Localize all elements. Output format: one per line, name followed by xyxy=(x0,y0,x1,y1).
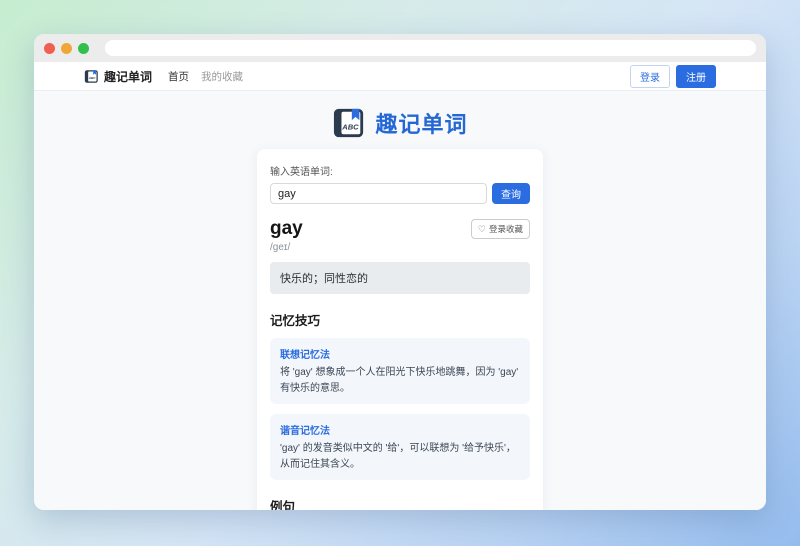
nav-link-favorites[interactable]: 我的收藏 xyxy=(201,69,243,84)
tip-card-association: 联想记忆法 将 'gay' 想象成一个人在阳光下快乐地跳舞，因为 'gay' 有… xyxy=(270,338,530,404)
close-window-button[interactable] xyxy=(44,42,55,54)
browser-chrome xyxy=(34,34,766,62)
search-label: 输入英语单词: xyxy=(270,167,333,178)
tip-card-homophone: 谐音记忆法 'gay' 的发音类似中文的 '给'，可以联想为 '给予快乐'，从而… xyxy=(270,414,530,480)
word-pronunciation: /geɪ/ xyxy=(270,242,291,253)
hero-header: ABC 趣记单词 xyxy=(34,91,766,141)
nav-link-home[interactable]: 首页 xyxy=(168,69,189,84)
page-content: ABC 趣记单词 输入英语单词: 查询 gay ♡ 登录收藏 /geɪ/ 快乐的… xyxy=(34,91,766,510)
navbar-brand[interactable]: ABC 趣记单词 xyxy=(84,68,152,85)
word-text: gay xyxy=(270,218,303,239)
tip-method-label: 联想记忆法 xyxy=(280,350,330,361)
favorite-button[interactable]: ♡ 登录收藏 xyxy=(470,219,530,239)
favorite-button-label: 登录收藏 xyxy=(488,224,523,234)
tip-method-label: 谐音记忆法 xyxy=(280,426,330,437)
tip-content: 将 'gay' 想象成一个人在阳光下快乐地跳舞，因为 'gay' 有快乐的意思。 xyxy=(280,367,519,394)
word-definition: 快乐的；同性恋的 xyxy=(270,262,530,294)
traffic-lights xyxy=(44,42,89,54)
heart-icon: ♡ xyxy=(477,223,486,234)
tip-content: 'gay' 的发音类似中文的 '给'，可以联想为 '给予快乐'，从而记住其含义。 xyxy=(280,443,516,470)
svg-text:ABC: ABC xyxy=(342,122,360,131)
minimize-window-button[interactable] xyxy=(61,42,72,54)
search-row: 查询 xyxy=(270,183,530,204)
search-button[interactable]: 查询 xyxy=(492,183,530,204)
url-bar[interactable] xyxy=(105,40,756,56)
svg-text:ABC: ABC xyxy=(88,76,96,80)
examples-section-title: 例句 xyxy=(270,500,296,510)
book-logo-icon: ABC xyxy=(334,108,364,137)
word-header: gay ♡ 登录收藏 xyxy=(270,219,530,239)
navbar: ABC 趣记单词 首页 我的收藏 登录 注册 xyxy=(34,62,766,91)
register-button[interactable]: 注册 xyxy=(676,64,716,88)
maximize-window-button[interactable] xyxy=(78,42,89,54)
navbar-brand-label: 趣记单词 xyxy=(104,69,153,84)
search-input[interactable] xyxy=(270,183,487,204)
login-button[interactable]: 登录 xyxy=(630,64,670,88)
browser-window: ABC 趣记单词 首页 我的收藏 登录 注册 ABC 趣记单词 输入英语单词: xyxy=(34,34,766,510)
tips-section-title: 记忆技巧 xyxy=(270,314,321,328)
page-title: 趣记单词 xyxy=(375,111,468,137)
book-icon: ABC xyxy=(84,69,98,83)
word-card: 输入英语单词: 查询 gay ♡ 登录收藏 /geɪ/ 快乐的；同性恋的 记忆技… xyxy=(257,149,543,510)
